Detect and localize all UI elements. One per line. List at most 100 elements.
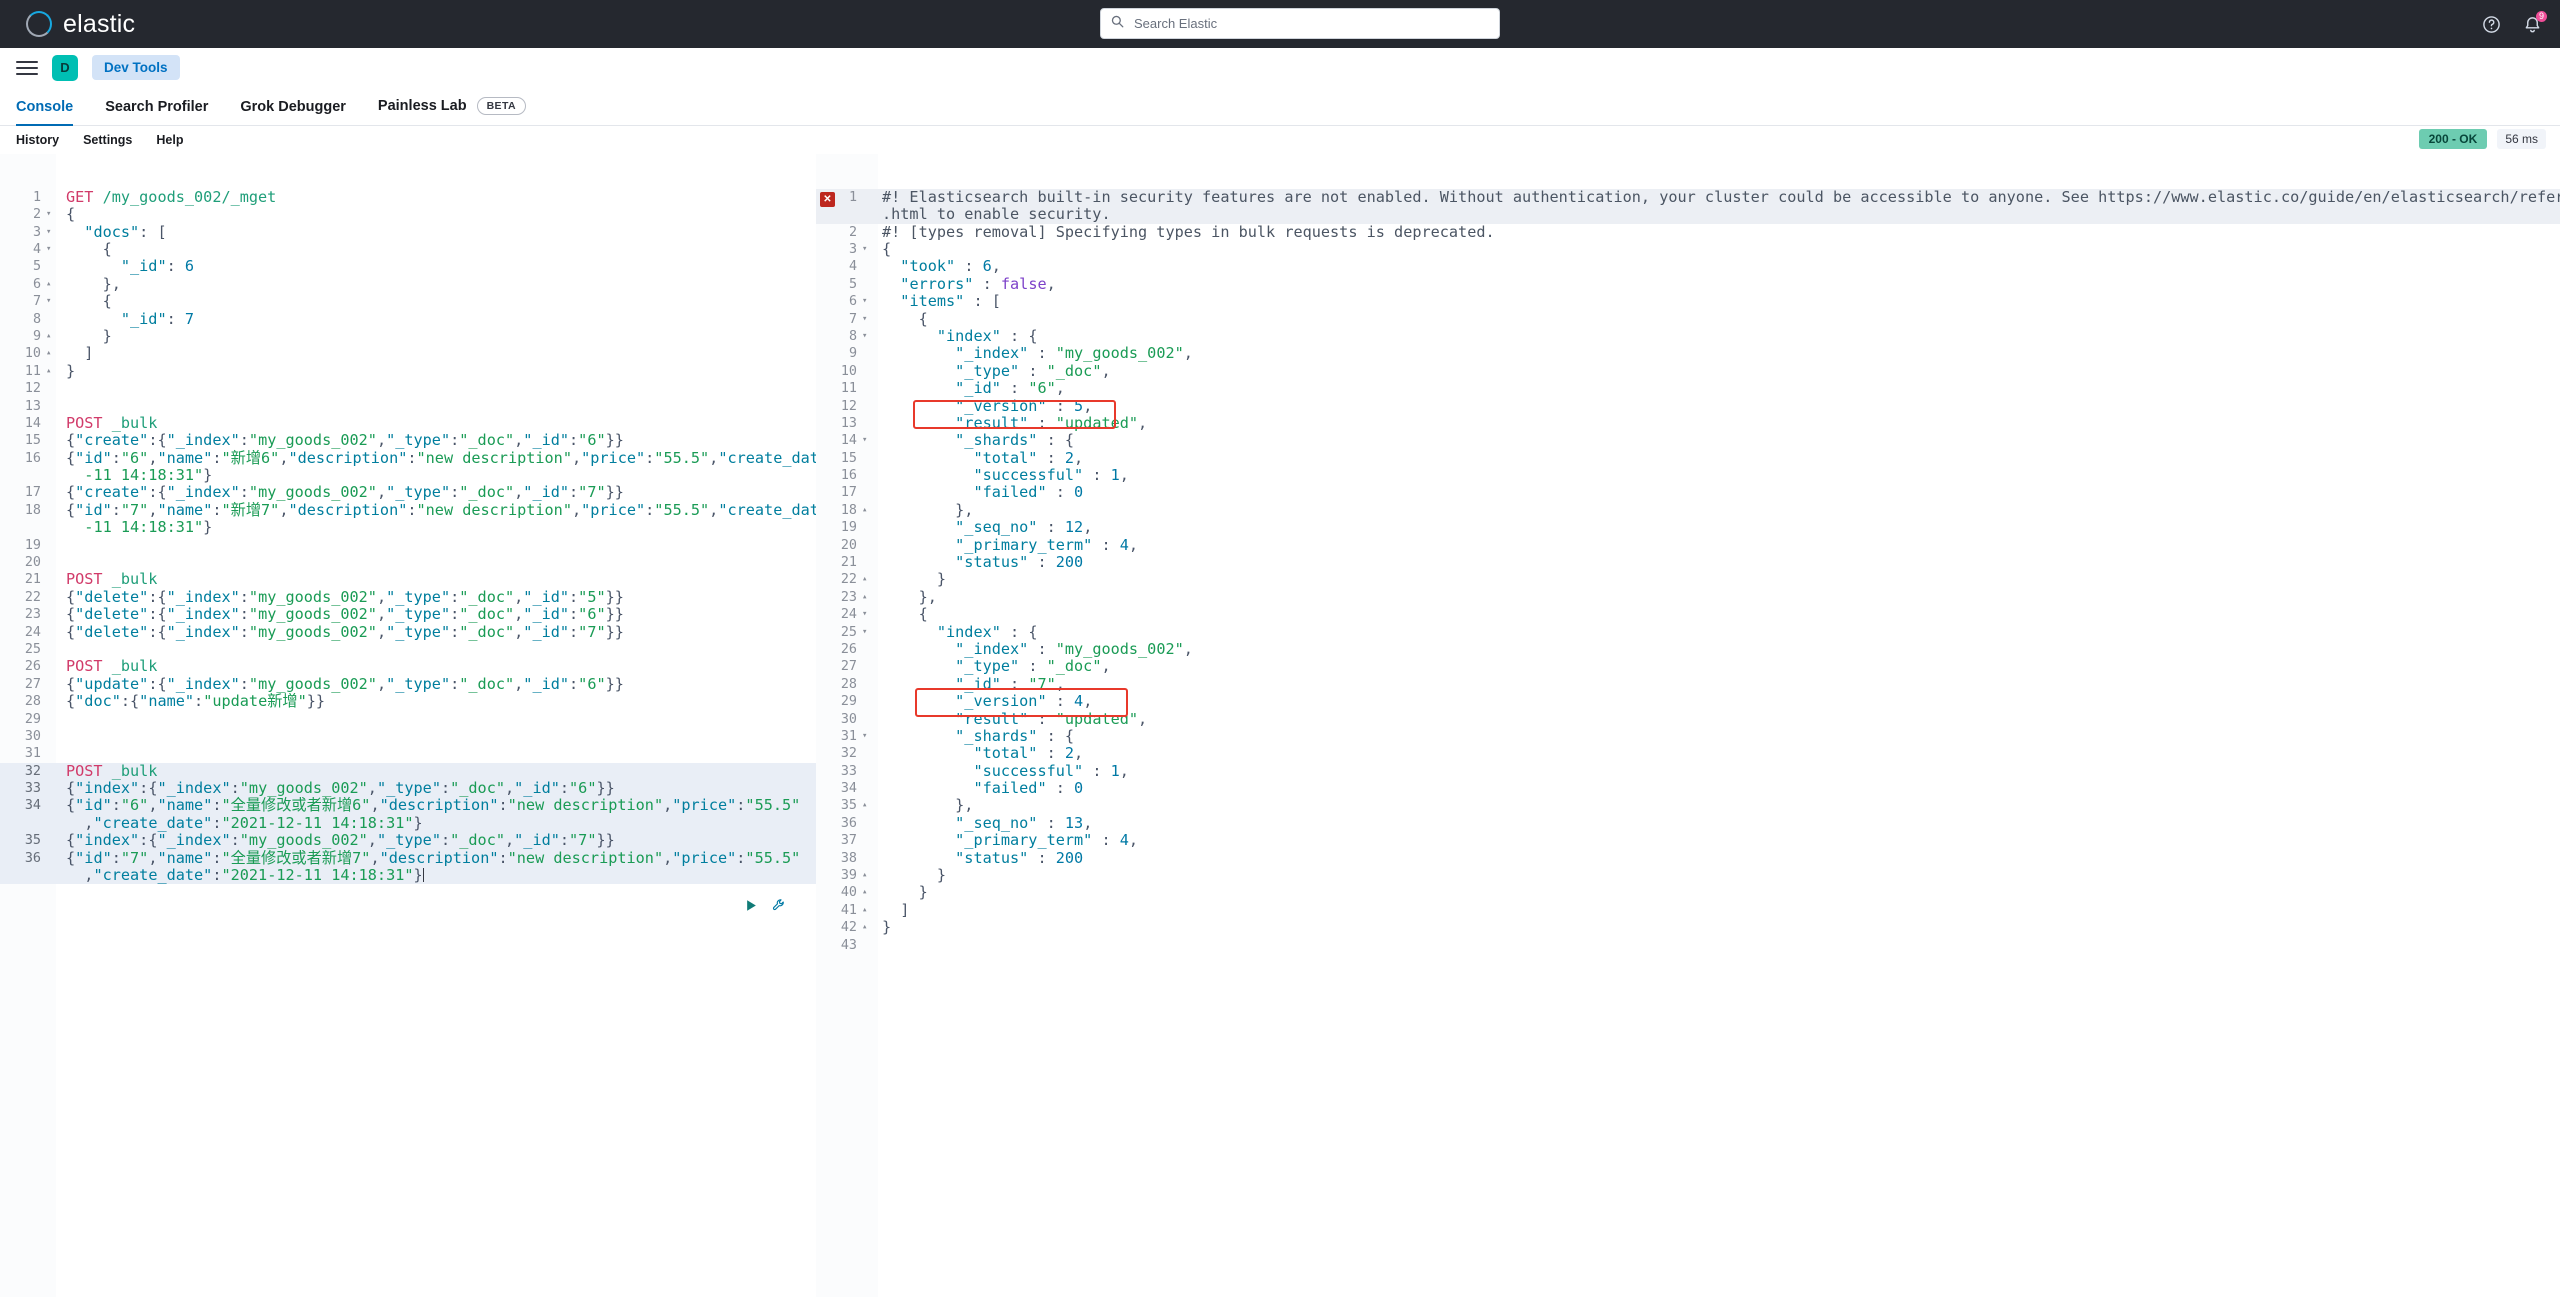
code-line[interactable]: -11 14:18:31"} [0,519,816,536]
code-line[interactable]: 5 "_id": 6 [0,258,816,275]
fold-toggle-icon[interactable]: ▴ [862,589,874,606]
fold-toggle-icon[interactable]: ▴ [46,345,58,362]
fold-toggle-icon[interactable]: ▴ [862,797,874,814]
code-line[interactable]: 32 "total" : 2, [816,745,2560,762]
code-line[interactable]: 7 ▾ { [0,292,816,310]
code-line[interactable]: 26 "_index" : "my_goods_002", [816,640,2560,658]
fold-toggle-icon[interactable]: ▴ [46,363,58,380]
code-line[interactable]: 5 "errors" : false, [816,275,2560,293]
code-line[interactable]: 38 "status" : 200 [816,849,2560,867]
code-line[interactable]: 2 ▾ { [0,206,816,223]
menu-help[interactable]: Help [156,133,183,147]
fold-toggle-icon[interactable]: ▾ [862,624,874,641]
fold-toggle-icon[interactable]: ▾ [862,606,874,623]
code-line[interactable]: 42 ▴} [816,919,2560,936]
code-line[interactable]: 23 {"delete":{"_index":"my_goods_002","_t… [0,605,816,623]
code-line[interactable]: 6 ▴ }, [0,275,816,293]
fold-toggle-icon[interactable]: ▾ [46,206,58,223]
code-line[interactable]: 1 GET /my_goods_002/_mget [0,188,816,206]
code-line[interactable]: 22 {"delete":{"_index":"my_goods_002","_t… [0,588,816,606]
code-line[interactable]: 16 "successful" : 1, [816,466,2560,484]
tab-grok-debugger[interactable]: Grok Debugger [224,99,362,125]
code-line[interactable]: 19 "_seq_no" : 12, [816,519,2560,536]
menu-history[interactable]: History [16,133,59,147]
response-code-rows[interactable]: 1 #! Elasticsearch built-in security feat… [816,188,2560,954]
code-line[interactable]: 4 ▾ { [0,240,816,258]
code-line[interactable]: 31 ▾ "_shards" : { [816,727,2560,745]
fold-toggle-icon[interactable]: ▾ [862,311,874,328]
code-line[interactable]: 24 ▾ { [816,605,2560,623]
code-line[interactable]: 13 [0,398,816,415]
code-line[interactable]: 27 {"update":{"_index":"my_goods_002","_t… [0,675,816,693]
code-line[interactable]: 17 {"create":{"_index":"my_goods_002","_t… [0,484,816,501]
code-line[interactable]: -11 14:18:31"} [0,466,816,484]
console-response-editor[interactable]: 1 #! Elasticsearch built-in security feat… [816,154,2560,1297]
code-line[interactable]: 9 ▴ } [0,327,816,345]
code-line[interactable]: 40 ▴ } [816,884,2560,901]
fold-toggle-icon[interactable]: ▴ [46,276,58,293]
fold-toggle-icon[interactable]: ▾ [862,293,874,310]
fold-toggle-icon[interactable]: ▴ [46,328,58,345]
code-line[interactable]: 29 [0,711,816,728]
fold-toggle-icon[interactable]: ▾ [46,241,58,258]
code-line[interactable]: 29 "_version" : 4, [816,692,2560,710]
request-action-icons[interactable] [745,898,786,917]
code-line[interactable]: 28 "_id" : "7", [816,675,2560,693]
fold-toggle-icon[interactable]: ▾ [862,432,874,449]
code-line[interactable]: 24 {"delete":{"_index":"my_goods_002","_t… [0,623,816,641]
global-search-wrapper[interactable] [1100,8,1500,39]
code-line[interactable]: ,"create_date":"2021-12-11 14:18:31"} [0,814,816,833]
fold-toggle-icon[interactable]: ▴ [862,502,874,519]
space-avatar[interactable]: D [52,54,78,81]
code-line[interactable]: 3 ▾ { [816,240,2560,258]
code-line[interactable]: 18 ▴ }, [816,501,2560,519]
code-line[interactable]: 33 {"index":{"_index":"my_goods_002","_ty… [0,779,816,798]
code-line[interactable]: 3 ▾ "docs": [ [0,223,816,241]
help-icon[interactable] [2482,15,2501,34]
code-line[interactable]: 14 POST _bulk [0,414,816,432]
console-request-editor[interactable]: 1 GET /my_goods_002/_mget 2 ▾{3 ▾ "docs": [4… [0,154,816,1297]
hamburger-menu-icon[interactable] [16,57,38,79]
code-line[interactable]: 4 "took" : 6, [816,258,2560,275]
tab-console[interactable]: Console [16,99,89,126]
code-line[interactable]: 31 [0,745,816,762]
tab-search-profiler[interactable]: Search Profiler [89,99,224,125]
code-line[interactable]: 8 "_id": 7 [0,310,816,328]
code-line[interactable]: 39 ▴ } [816,866,2560,884]
code-line[interactable]: 34 {"id":"6","name":"全量修改或者新增6","descript… [0,797,816,815]
code-line[interactable]: .html to enable security. [816,206,2560,224]
search-input[interactable] [1132,15,1489,32]
global-search-box[interactable] [1100,8,1500,39]
code-line[interactable]: 22 ▴ } [816,571,2560,588]
breadcrumb-dev-tools[interactable]: Dev Tools [92,55,180,80]
code-line[interactable]: 11 "_id" : "6", [816,379,2560,397]
response-pane[interactable]: 1 #! Elasticsearch built-in security feat… [816,154,2560,1297]
fold-toggle-icon[interactable]: ▴ [862,884,874,901]
code-line[interactable]: 28 {"doc":{"name":"update新增"}} [0,692,816,710]
code-line[interactable]: 11 ▴} [0,362,816,380]
code-line[interactable]: 16 {"id":"6","name":"新增6","description":"… [0,449,816,467]
code-line[interactable]: 7 ▾ { [816,310,2560,328]
code-line[interactable]: 25 [0,641,816,658]
code-line[interactable]: 27 "_type" : "_doc", [816,658,2560,675]
code-line[interactable]: 8 ▾ "index" : { [816,327,2560,345]
fold-toggle-icon[interactable]: ▾ [46,293,58,310]
fold-toggle-icon[interactable]: ▾ [862,241,874,258]
code-line[interactable]: 32 POST _bulk [0,762,816,781]
code-line[interactable]: 18 {"id":"7","name":"新增7","description":"… [0,501,816,519]
code-line[interactable]: 15 "total" : 2, [816,449,2560,467]
fold-toggle-icon[interactable]: ▴ [862,867,874,884]
code-line[interactable]: ,"create_date":"2021-12-11 14:18:31"} [0,866,816,885]
code-line[interactable]: 26 POST _bulk [0,658,816,675]
code-line[interactable]: 15 {"create":{"_index":"my_goods_002","_t… [0,432,816,449]
code-line[interactable]: 37 "_primary_term" : 4, [816,832,2560,849]
code-line[interactable]: 43 [816,937,2560,954]
code-line[interactable]: 13 "result" : "updated", [816,414,2560,432]
tab-painless-lab[interactable]: Painless Lab BETA [362,97,542,125]
play-request-icon[interactable] [745,899,758,917]
request-pane[interactable]: 1 GET /my_goods_002/_mget 2 ▾{3 ▾ "docs": [4… [0,154,816,1297]
code-line[interactable]: 33 "successful" : 1, [816,762,2560,780]
code-line[interactable]: 9 "_index" : "my_goods_002", [816,345,2560,362]
elastic-brand[interactable]: elastic [26,10,135,39]
code-line[interactable]: 30 "result" : "updated", [816,710,2560,728]
